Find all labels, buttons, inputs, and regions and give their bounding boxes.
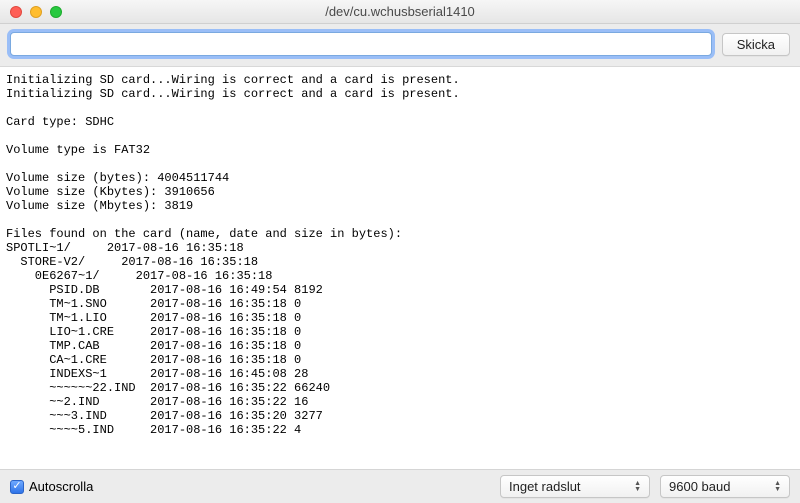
toolbar: Skicka xyxy=(0,24,800,67)
titlebar: /dev/cu.wchusbserial1410 xyxy=(0,0,800,24)
maximize-icon[interactable] xyxy=(50,6,62,18)
updown-icon: ▲▼ xyxy=(634,481,641,493)
minimize-icon[interactable] xyxy=(30,6,42,18)
baud-rate-select[interactable]: 9600 baud ▲▼ xyxy=(660,475,790,498)
baud-rate-value: 9600 baud xyxy=(669,479,730,494)
console-area: Initializing SD card...Wiring is correct… xyxy=(0,67,800,469)
send-button[interactable]: Skicka xyxy=(722,33,790,56)
console-output: Initializing SD card...Wiring is correct… xyxy=(0,67,800,443)
autoscroll-label: Autoscrolla xyxy=(29,479,93,494)
bottombar: ✓ Autoscrolla Inget radslut ▲▼ 9600 baud… xyxy=(0,469,800,503)
close-icon[interactable] xyxy=(10,6,22,18)
serial-input[interactable] xyxy=(10,32,712,56)
updown-icon: ▲▼ xyxy=(774,481,781,493)
line-ending-select[interactable]: Inget radslut ▲▼ xyxy=(500,475,650,498)
checkbox-checked-icon: ✓ xyxy=(10,480,24,494)
autoscroll-toggle[interactable]: ✓ Autoscrolla xyxy=(10,479,490,494)
window-controls xyxy=(0,6,62,18)
window-title: /dev/cu.wchusbserial1410 xyxy=(0,4,800,19)
line-ending-value: Inget radslut xyxy=(509,479,581,494)
